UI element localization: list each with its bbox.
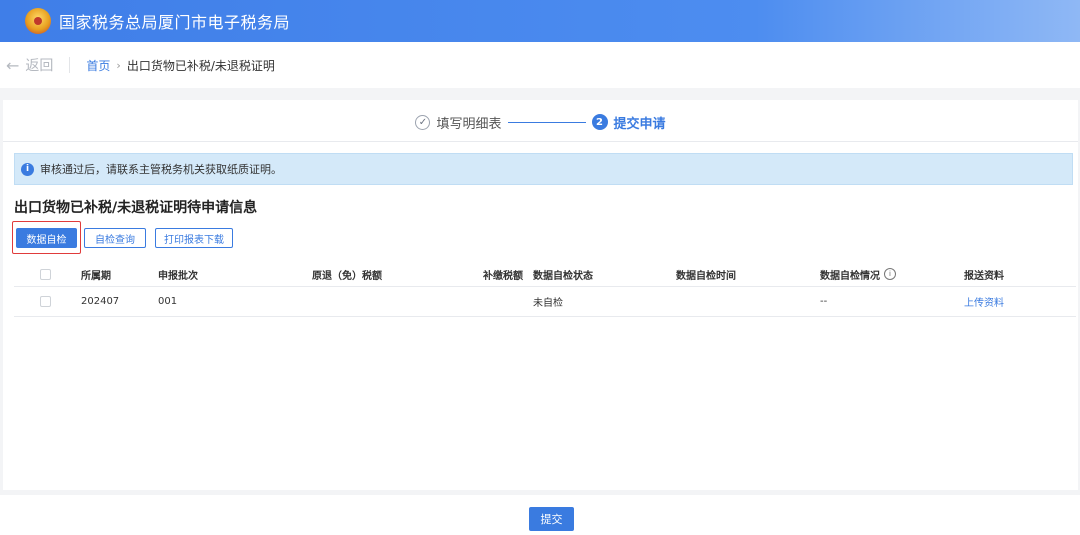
step-submit-application: 2 提交申请 [591,113,666,132]
alert-text: 审核通过后，请联系主管税务机关获取纸质证明。 [40,163,282,176]
col-header-upload: 报送资料 [964,270,1004,282]
step-label: 提交申请 [613,116,666,132]
upload-materials-link[interactable]: 上传资料 [964,287,1004,316]
col-header-batch: 申报批次 [158,270,198,282]
step-connector [507,121,586,123]
col-header-label: 数据自检情况 [820,270,880,282]
col-header-check-time: 数据自检时间 [676,270,736,282]
divider [69,57,71,73]
divider [3,141,1078,142]
top-header: 国家税务总局厦门市电子税务局 [0,0,1080,42]
col-header-check-result: 数据自检情况 i [820,262,896,286]
col-header-orig-refund: 原退（免）税额 [312,270,382,282]
tax-emblem-logo [25,8,51,34]
col-header-check-status: 数据自检状态 [533,270,593,282]
self-check-query-button[interactable]: 自检查询 [84,228,146,248]
print-report-download-button[interactable]: 打印报表下载 [155,228,233,248]
table-row: 202407 001 未自检 -- 上传资料 [14,287,1076,317]
arrow-left-icon: ← [6,55,20,75]
cell-period: 202407 [81,296,120,307]
select-all-checkbox[interactable] [40,268,51,280]
site-title: 国家税务总局厦门市电子税务局 [59,13,291,32]
cell-check-result: -- [820,296,828,307]
breadcrumb-current: 出口货物已补税/未退税证明 [126,58,275,73]
breadcrumb-home-link[interactable]: 首页 [86,57,110,74]
row-select-cell[interactable] [40,287,51,316]
submit-button[interactable]: 提交 [529,507,574,531]
check-circle-icon: ✓ [415,114,431,130]
back-label: 返回 [25,58,54,74]
main-card: ✓ 填写明细表 2 提交申请 i 审核通过后，请联系主管税务机关获取纸质证明。 … [3,100,1078,490]
step-indicator: ✓ 填写明细表 2 提交申请 [3,110,1078,134]
cell-check-status: 未自检 [533,298,563,309]
col-header-period: 所属期 [81,270,111,282]
data-self-check-button[interactable]: 数据自检 [16,228,77,248]
info-circle-icon[interactable]: i [884,268,896,280]
chevron-right-icon: › [116,58,121,72]
col-header-paid-tax: 补缴税额 [483,270,523,282]
step-fill-details: ✓ 填写明细表 [415,113,502,132]
cell-batch: 001 [158,296,178,307]
footer-bar: 提交 [0,495,1080,535]
table-header: 所属期 申报批次 原退（免）税额 补缴税额 数据自检状态 数据自检时间 数据自检… [14,262,1076,287]
info-alert: i 审核通过后，请联系主管税务机关获取纸质证明。 [14,153,1073,185]
step-number-icon: 2 [591,114,608,130]
info-icon: i [21,162,34,176]
row-checkbox[interactable] [40,296,51,307]
back-button[interactable]: ← 返回 [6,55,53,75]
select-all-cell[interactable] [40,262,51,286]
step-label: 填写明细表 [436,116,502,132]
section-title: 出口货物已补税/未退税证明待申请信息 [14,200,258,216]
breadcrumb-bar: ← 返回 首页 › 出口货物已补税/未退税证明 [0,42,1080,88]
